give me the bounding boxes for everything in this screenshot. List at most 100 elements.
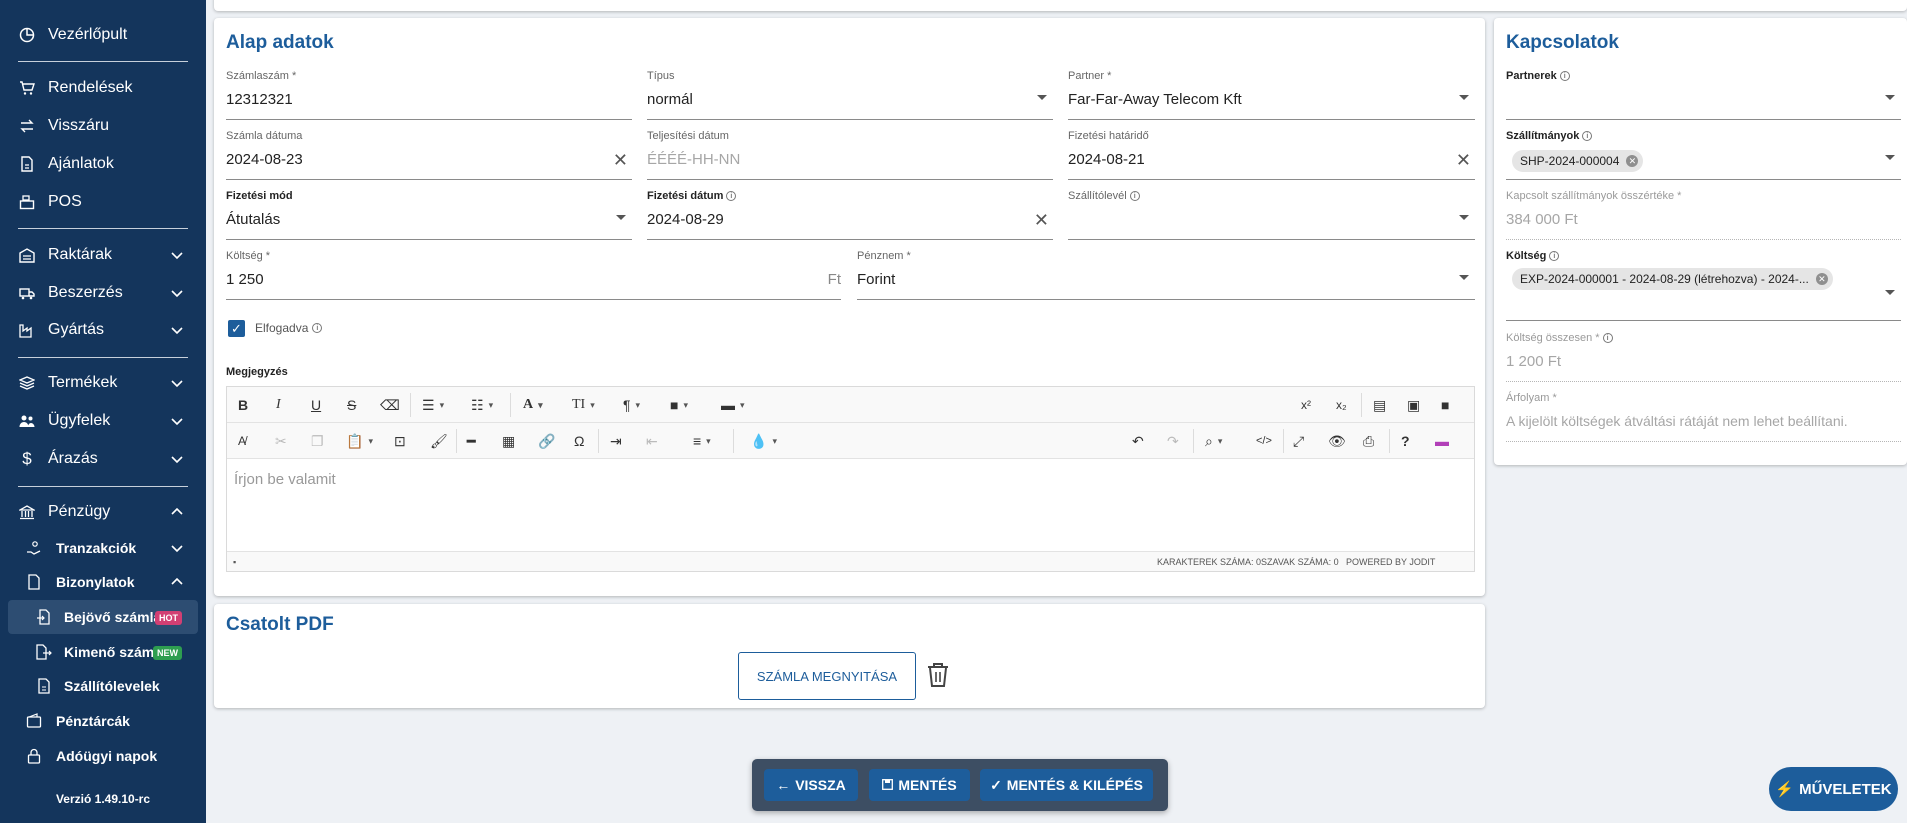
- symbol-button[interactable]: Ω: [574, 431, 584, 451]
- partner-select[interactable]: Partner * Far-Far-Away Telecom Kft: [1068, 70, 1475, 120]
- clear-icon[interactable]: ✕: [1034, 210, 1049, 231]
- eraser-button[interactable]: ⌫: [380, 395, 400, 415]
- clear-icon[interactable]: ✕: [613, 150, 628, 171]
- help-button[interactable]: ?: [1401, 431, 1410, 451]
- sidebar-item-documents[interactable]: Bizonylatok: [26, 568, 192, 596]
- outdent-button[interactable]: ⇤: [646, 431, 658, 451]
- rich-text-editor[interactable]: B I U S ⌫ ☰ ▾ ☷ ▾ A ▾ TI ▾ ¶ ▾ ■ ▾ ▬ ▾ x² x₂ ▤ …: [226, 386, 1475, 572]
- search-button[interactable]: ⌕ ▾: [1205, 431, 1222, 451]
- copy-format-button[interactable]: 🖌: [430, 431, 448, 451]
- type-select[interactable]: Típus normál: [647, 70, 1053, 120]
- sidebar-item-pricing[interactable]: $ Árazás: [18, 444, 192, 474]
- sidebar-item-tax-days[interactable]: Adóügyi napok: [26, 742, 192, 770]
- delivery-note-select[interactable]: Szállítólevél i: [1068, 190, 1475, 240]
- clear-icon[interactable]: ✕: [1456, 150, 1471, 171]
- fulfillment-date-label: Teljesítési dátum: [647, 130, 729, 142]
- chip-remove-icon[interactable]: ✕: [1626, 155, 1639, 167]
- payment-method-label: Fizetési mód: [226, 190, 293, 202]
- class-button[interactable]: ■ ▾: [670, 395, 688, 415]
- format-painter-button[interactable]: A̸: [238, 431, 246, 451]
- toolbar-separator: [1283, 429, 1284, 453]
- shipments-label-text: Szállítmányok: [1506, 130, 1580, 142]
- dropdown-arrow-icon: [1885, 290, 1895, 295]
- redo-button[interactable]: ↷: [1167, 431, 1179, 451]
- video-button[interactable]: ■: [1441, 395, 1449, 415]
- cost-field[interactable]: Költség * 1 250 Ft: [226, 250, 841, 300]
- sidebar-item-products[interactable]: Termékek: [18, 368, 192, 398]
- trash-icon[interactable]: [926, 662, 950, 693]
- divider: [18, 357, 188, 358]
- link-button[interactable]: 🔗: [538, 431, 555, 451]
- hand-coin-icon: [26, 540, 42, 556]
- open-invoice-button[interactable]: SZÁMLA MEGNYITÁSA: [738, 652, 916, 700]
- select-all-button[interactable]: ⊡: [394, 431, 406, 451]
- info-icon: i: [1549, 251, 1560, 261]
- sidebar-item-warehouses[interactable]: Raktárak: [18, 240, 192, 270]
- brush-color-button[interactable]: 💧 ▾: [750, 431, 777, 451]
- sidebar-item-finance[interactable]: Pénzügy: [18, 497, 192, 527]
- source-button[interactable]: </>: [1256, 431, 1272, 451]
- fullsize-button[interactable]: ⤢: [1293, 431, 1304, 451]
- superscript-button[interactable]: x²: [1301, 395, 1311, 415]
- invoice-date-field[interactable]: Számla dátuma 2024-08-23 ✕: [226, 130, 632, 180]
- paragraph-button[interactable]: ¶ ▾: [623, 395, 640, 415]
- chip-remove-icon[interactable]: ✕: [1815, 273, 1828, 285]
- strikethrough-button[interactable]: S: [347, 395, 356, 415]
- save-exit-button[interactable]: ✓ MENTÉS & KILÉPÉS: [980, 769, 1153, 801]
- sidebar-item-delivery-notes[interactable]: Szállítólevelek: [8, 669, 198, 703]
- sidebar-item-wallets[interactable]: Pénztárcák: [26, 707, 192, 735]
- payment-date-field[interactable]: Fizetési dátum i 2024-08-29 ✕: [647, 190, 1053, 240]
- sidebar-item-pos[interactable]: POS: [18, 187, 192, 217]
- undo-button[interactable]: ↶: [1132, 431, 1144, 451]
- copy-button[interactable]: ❐: [311, 431, 324, 451]
- indent-button[interactable]: ⇥: [610, 431, 622, 451]
- sidebar-item-returns[interactable]: Visszáru: [18, 111, 192, 141]
- file-button[interactable]: ▤: [1373, 395, 1386, 415]
- hr-button[interactable]: ━: [467, 431, 475, 451]
- block-button[interactable]: ▬ ▾: [721, 395, 745, 415]
- sidebar: Vezérlőpult Rendelések Visszáru Ajánlato…: [0, 0, 206, 823]
- due-date-field[interactable]: Fizetési határidő 2024-08-21 ✕: [1068, 130, 1475, 180]
- sidebar-item-outgoing-invoices[interactable]: Kimenő számlák NEW: [8, 635, 198, 669]
- underline-button[interactable]: U: [311, 395, 321, 415]
- operations-button[interactable]: ⚡ MŰVELETEK: [1769, 767, 1898, 811]
- linked-total-label: Kapcsolt szállítmányok összértéke *: [1506, 190, 1682, 202]
- outdent-icon: ⇤: [646, 432, 658, 449]
- image-button[interactable]: ▣: [1407, 395, 1420, 415]
- sidebar-item-production[interactable]: Gyártás: [18, 315, 192, 345]
- fulfillment-date-field[interactable]: Teljesítési dátum ÉÉÉÉ-HH-NN: [647, 130, 1053, 180]
- cost-select[interactable]: Költség i EXP-2024-000001 - 2024-08-29 (l…: [1506, 250, 1901, 321]
- invoice-number-field[interactable]: Számlaszám * 12312321: [226, 70, 632, 120]
- shipments-select[interactable]: Szállítmányok i SHP-2024-000004 ✕: [1506, 130, 1901, 180]
- table-button[interactable]: ▦: [502, 431, 515, 451]
- sidebar-item-incoming-invoices[interactable]: Bejövő számlák HOT: [8, 600, 198, 634]
- currency-select[interactable]: Pénznem * Forint: [857, 250, 1475, 300]
- bullet-list-button[interactable]: ☰ ▾: [422, 395, 444, 415]
- cost-chip[interactable]: EXP-2024-000001 - 2024-08-29 (létrehozva…: [1512, 268, 1833, 290]
- print-button[interactable]: ⎙: [1363, 431, 1374, 451]
- preview-button[interactable]: 👁: [1328, 431, 1346, 451]
- sidebar-item-procurement[interactable]: Beszerzés: [18, 278, 192, 308]
- bold-button[interactable]: B: [238, 395, 248, 415]
- paste-button[interactable]: 📋 ▾: [346, 431, 373, 451]
- sidebar-item-orders[interactable]: Rendelések: [18, 73, 192, 103]
- shipment-chip[interactable]: SHP-2024-000004 ✕: [1512, 150, 1644, 172]
- accepted-checkbox[interactable]: ✓: [228, 320, 245, 337]
- sidebar-item-dashboard[interactable]: Vezérlőpult: [18, 20, 192, 50]
- ai-button[interactable]: ▬: [1435, 431, 1449, 451]
- cut-button[interactable]: ✂: [275, 431, 287, 451]
- subscript-button[interactable]: x₂: [1336, 395, 1347, 415]
- back-button[interactable]: ← VISSZA: [764, 769, 858, 801]
- font-size-button[interactable]: TI ▾: [572, 395, 595, 415]
- align-button[interactable]: ≡ ▾: [693, 431, 711, 451]
- numbered-list-button[interactable]: ☷ ▾: [471, 395, 493, 415]
- sidebar-item-quotes[interactable]: Ajánlatok: [18, 149, 192, 179]
- sidebar-item-customers[interactable]: Ügyfelek: [18, 406, 192, 436]
- partners-select[interactable]: Partnerek i: [1506, 70, 1901, 120]
- sidebar-item-transactions[interactable]: Tranzakciók: [26, 534, 192, 562]
- payment-method-select[interactable]: Fizetési mód Átutalás: [226, 190, 632, 240]
- font-button[interactable]: A ▾: [523, 395, 543, 415]
- info-icon: i: [726, 191, 737, 201]
- italic-button[interactable]: I: [276, 395, 281, 415]
- save-button[interactable]: MENTÉS: [869, 769, 970, 801]
